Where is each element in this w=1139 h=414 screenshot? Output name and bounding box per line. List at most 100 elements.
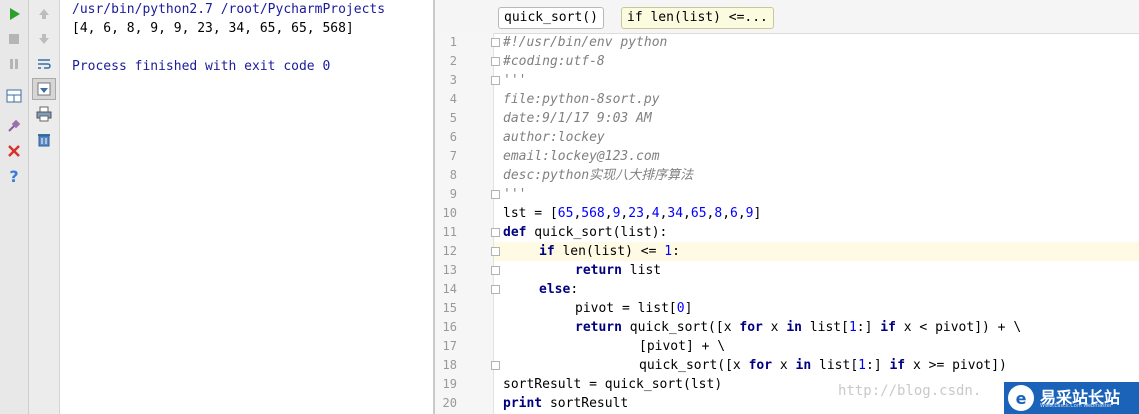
code-line-19: sortResult = quick_sort(lst) xyxy=(503,377,723,392)
code-keyword: else xyxy=(539,282,571,297)
line-number: 12 xyxy=(442,244,457,258)
fold-marker-icon[interactable] xyxy=(491,76,500,85)
code-token: x >= pivot]) xyxy=(905,358,1007,373)
code-keyword: return xyxy=(575,263,622,278)
code-line-16: return quick_sort([x for x in list[1:] i… xyxy=(503,318,1021,337)
fold-marker-icon[interactable] xyxy=(491,266,500,275)
code-number: 65 xyxy=(557,206,574,221)
code-token: quick_sort([x xyxy=(621,320,740,335)
line-number: 11 xyxy=(442,225,457,239)
code-token: quick_sort([x xyxy=(639,358,749,373)
fold-marker-icon[interactable] xyxy=(491,285,500,294)
code-number: 1 xyxy=(858,358,866,373)
line-number: 13 xyxy=(442,263,457,277)
line-number: 8 xyxy=(449,168,457,182)
fold-marker-icon[interactable] xyxy=(491,57,500,66)
code-token: ] xyxy=(684,301,693,316)
help-icon[interactable]: ? xyxy=(4,166,24,186)
line-number: 9 xyxy=(449,187,457,201)
code-token: sortResult xyxy=(542,396,629,411)
code-number: 1 xyxy=(848,320,857,335)
line-number: 1 xyxy=(449,35,457,49)
line-number: 3 xyxy=(449,73,457,87)
fold-marker-icon[interactable] xyxy=(491,228,500,237)
line-number: 15 xyxy=(442,301,457,315)
code-keyword: def xyxy=(503,225,527,240)
code-token: lst = [ xyxy=(503,206,558,221)
fold-marker-icon[interactable] xyxy=(491,361,500,370)
fold-marker-icon[interactable] xyxy=(491,190,500,199)
code-token: pivot = list[ xyxy=(575,301,677,316)
code-keyword: if xyxy=(880,320,896,335)
code-number: 568 xyxy=(581,206,605,221)
code-keyword: if xyxy=(889,358,906,373)
line-number: 18 xyxy=(442,358,457,372)
code-number: 9 xyxy=(612,206,621,221)
code-keyword: in xyxy=(795,358,812,373)
line-number: 4 xyxy=(449,92,457,106)
logo-subtitle: Www.Easck.Com Webmaster xyxy=(1040,403,1112,409)
code-line-14: else: xyxy=(503,280,578,299)
line-number: 19 xyxy=(442,377,457,391)
code-line-1: #!/usr/bin/env python xyxy=(503,35,668,50)
console-exit-message: Process finished with exit code 0 xyxy=(72,59,331,74)
code-token: : xyxy=(672,244,680,259)
soft-wrap-icon[interactable] xyxy=(34,54,54,74)
code-line-13: return list xyxy=(503,261,661,280)
code-line-5: date:9/1/17 9:03 AM xyxy=(503,111,652,126)
trash-icon[interactable] xyxy=(34,129,54,149)
code-token: ] xyxy=(753,206,762,221)
layout-icon[interactable] xyxy=(4,86,24,106)
code-token: x xyxy=(772,358,796,373)
line-number: 7 xyxy=(449,149,457,163)
down-arrow-icon[interactable] xyxy=(34,29,54,49)
code-number: 23 xyxy=(628,206,644,221)
code-line-6: author:lockey xyxy=(503,130,605,145)
code-line-7: email:lockey@123.com xyxy=(503,149,660,164)
code-line-3: ''' xyxy=(503,73,527,88)
code-line-9: ''' xyxy=(503,187,527,202)
code-token: list[ xyxy=(802,320,849,335)
code-number: 65 xyxy=(690,206,707,221)
code-number: 6 xyxy=(730,206,738,221)
breadcrumb-quick-sort[interactable]: quick_sort() xyxy=(498,7,604,29)
console-toolbar xyxy=(29,0,60,414)
code-number: 0 xyxy=(676,301,685,316)
up-arrow-icon[interactable] xyxy=(34,4,54,24)
code-editor[interactable]: quick_sort() if len(list) <=... 1 2 3 4 … xyxy=(435,0,1139,414)
fold-marker-icon[interactable] xyxy=(491,247,500,256)
run-toolbar: ? xyxy=(0,0,29,414)
code-number: 9 xyxy=(745,206,754,221)
fold-marker-icon[interactable] xyxy=(491,38,500,47)
run-icon[interactable] xyxy=(4,4,24,24)
logo-emblem-icon: e xyxy=(1008,385,1034,411)
breadcrumb-if-statement[interactable]: if len(list) <=... xyxy=(621,7,774,29)
console-panel: /usr/bin/python2.7 /root/PycharmProjects… xyxy=(60,0,433,414)
line-number: 20 xyxy=(442,396,457,410)
code-number: 1 xyxy=(664,244,673,259)
pause-icon[interactable] xyxy=(4,54,24,74)
code-number: 8 xyxy=(714,206,723,221)
code-keyword: in xyxy=(786,320,802,335)
close-icon[interactable] xyxy=(4,141,24,161)
code-line-8: desc:python实现八大排序算法 xyxy=(503,166,693,185)
pin-icon[interactable] xyxy=(4,116,24,136)
print-icon[interactable] xyxy=(34,104,54,124)
watermark-url: http://blog.csdn. xyxy=(838,383,982,399)
stop-icon[interactable] xyxy=(4,29,24,49)
code-keyword: print xyxy=(503,396,543,411)
code-token: 实现八大排序算法 xyxy=(589,168,694,183)
scroll-to-end-icon[interactable] xyxy=(32,78,56,100)
line-number: 2 xyxy=(449,54,457,68)
code-token: x < pivot]) + \ xyxy=(895,320,1022,335)
code-line-4: file:python-8sort.py xyxy=(503,92,660,107)
code-line-12: if len(list) <= 1: xyxy=(503,242,680,261)
code-number: 4 xyxy=(651,206,660,221)
code-line-17: [pivot] + \ xyxy=(639,339,726,354)
line-number: 5 xyxy=(449,111,457,125)
line-number: 14 xyxy=(442,282,457,296)
console-command: /usr/bin/python2.7 /root/PycharmProjects xyxy=(72,2,386,17)
code-token: quick_sort(list): xyxy=(526,225,668,240)
code-keyword: for xyxy=(748,358,773,373)
code-line-11: def quick_sort(list): xyxy=(503,223,667,242)
